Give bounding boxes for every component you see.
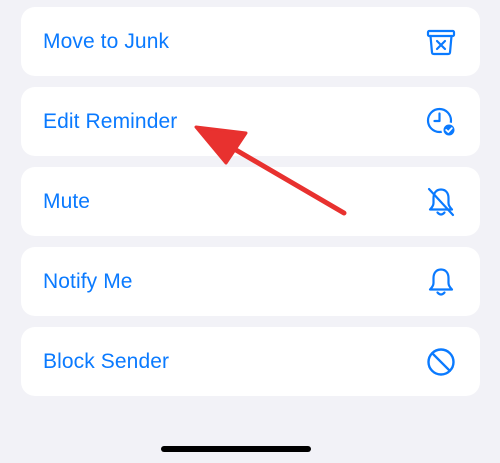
block-icon — [424, 345, 458, 379]
home-indicator[interactable] — [161, 446, 311, 452]
mute-label: Mute — [43, 189, 91, 213]
block-sender-label: Block Sender — [43, 349, 170, 373]
edit-reminder-label: Edit Reminder — [43, 109, 178, 133]
move-to-junk-item[interactable]: Move to Junk — [21, 7, 480, 76]
block-sender-item[interactable]: Block Sender — [21, 327, 480, 396]
clock-check-icon — [424, 105, 458, 139]
notify-me-label: Notify Me — [43, 269, 133, 293]
junk-bin-icon — [424, 25, 458, 59]
move-to-junk-label: Move to Junk — [43, 29, 170, 53]
bell-slash-icon — [424, 185, 458, 219]
mute-item[interactable]: Mute — [21, 167, 480, 236]
bell-icon — [424, 265, 458, 299]
edit-reminder-item[interactable]: Edit Reminder — [21, 87, 480, 156]
notify-me-item[interactable]: Notify Me — [21, 247, 480, 316]
